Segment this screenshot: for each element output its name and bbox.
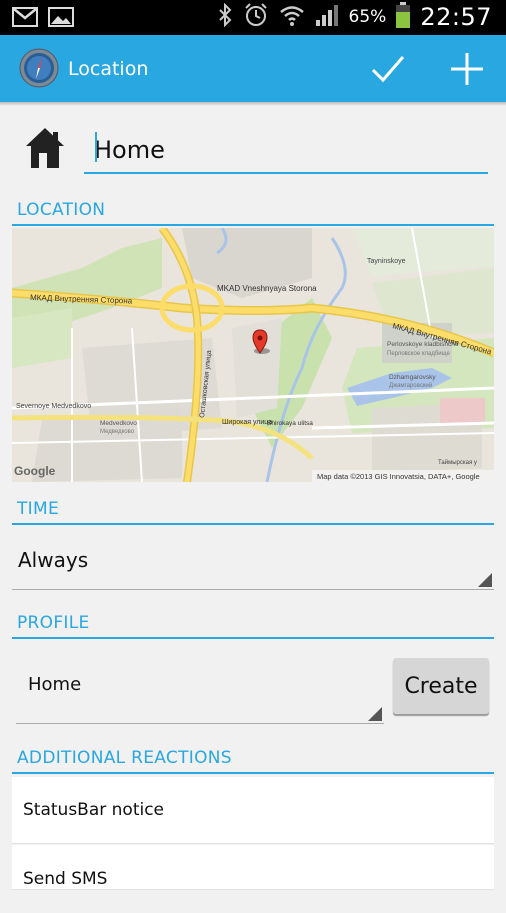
status-bar: 65% 22:57 (0, 0, 506, 35)
reaction-label: Send SMS (23, 869, 108, 889)
gallery-icon (48, 6, 74, 32)
check-icon[interactable] (368, 49, 408, 89)
map-label-perlovskoye: Perlovskoye kladbishche (387, 341, 459, 348)
map-label-dzhamgarovsky: Dzhamgarovsky (389, 374, 436, 381)
create-profile-button[interactable]: Create (393, 658, 489, 714)
section-profile: PROFILE (12, 609, 494, 639)
wifi-icon (279, 3, 305, 31)
location-name-input[interactable]: Home (84, 128, 488, 174)
map-label-perlovskoye-ru: Перловское кладбище (387, 351, 451, 357)
profile-spinner[interactable]: Home (16, 662, 384, 724)
text-cursor (95, 132, 97, 162)
home-icon[interactable] (24, 126, 66, 170)
map-label-dzhamgarovsky-ru: Джамгаровский (389, 382, 432, 389)
time-spinner[interactable]: Always (12, 538, 494, 590)
map-label-medvedkovo: Medvedkovo (100, 420, 137, 427)
action-bar-shadow (0, 102, 506, 106)
profile-spinner-value: Home (28, 674, 82, 695)
action-bar: Location (0, 35, 506, 102)
gmail-icon (12, 6, 38, 32)
signal-icon (315, 3, 339, 31)
section-additional-reactions: ADDITIONAL REACTIONS (12, 744, 494, 774)
map-label-medvedkovo-ru: Медведково (100, 429, 135, 435)
bluetooth-icon (217, 2, 233, 31)
battery-percent: 65% (348, 7, 387, 27)
dropdown-arrow-icon (478, 573, 492, 587)
dropdown-arrow-icon (368, 707, 382, 721)
google-logo: Google (14, 464, 56, 478)
map-label-taimyrskaya: Таймырская у (438, 459, 477, 466)
plus-icon[interactable] (447, 49, 487, 89)
location-name-value: Home (94, 136, 165, 164)
map-label-shirokaya-en: Shirokaya ulitsa (267, 420, 313, 427)
reaction-label: StatusBar notice (23, 800, 165, 820)
alarm-icon (243, 2, 269, 32)
page-title: Location (68, 58, 149, 80)
battery-icon (396, 2, 411, 32)
map-attribution[interactable]: Map data ©2013 GIS Innovatsia, DATA+, Go… (317, 472, 480, 481)
clock: 22:57 (420, 3, 492, 31)
map-label-tayninskoye: Tayninskoye (367, 258, 406, 265)
compass-app-icon[interactable] (18, 47, 60, 89)
map-label-severnoye: Severnoye Medvedkovo (16, 403, 91, 410)
map-label-mkad-center: MKAD Vneshnyaya Storona (217, 284, 317, 293)
section-time: TIME (12, 495, 494, 525)
map-label-shirokaya: Широкая улица (222, 419, 272, 426)
reaction-item-statusbar-notice[interactable]: StatusBar notice (12, 777, 494, 844)
section-location: LOCATION (12, 196, 494, 226)
time-spinner-value: Always (18, 548, 89, 572)
map-view[interactable]: МКАД Внутренняя Сторона MKAD Vneshnyaya … (12, 228, 494, 482)
reaction-item-send-sms[interactable]: Send SMS (12, 845, 494, 890)
